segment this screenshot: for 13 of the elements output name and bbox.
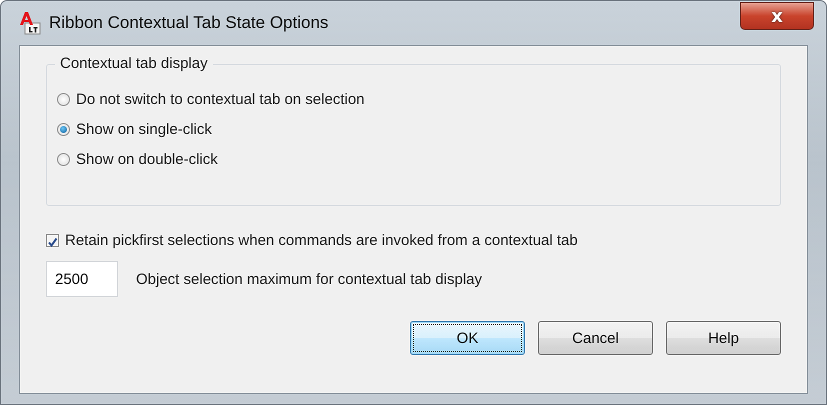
maximum-field[interactable]: 2500 (46, 261, 118, 297)
close-button[interactable]: x (740, 2, 814, 30)
dialog-button[interactable]: OK (410, 321, 525, 355)
radio-option[interactable]: Do not switch to contextual tab on selection (57, 91, 770, 108)
app-icon (19, 11, 41, 35)
dialog-button[interactable]: Cancel (538, 321, 653, 355)
radio-option[interactable]: Show on double-click (57, 151, 770, 168)
retain-checkbox[interactable]: Retain pickfirst selections when commands are invoked from a contextual tab (46, 232, 781, 249)
group-title: Contextual tab display (55, 55, 213, 72)
field-label: Object selection maximum for contextual tab display (136, 270, 482, 288)
radio-option[interactable]: Show on single-click (57, 121, 770, 138)
window-title: Ribbon Contextual Tab State Options (49, 13, 328, 33)
dialog-button[interactable]: Help (666, 321, 781, 355)
